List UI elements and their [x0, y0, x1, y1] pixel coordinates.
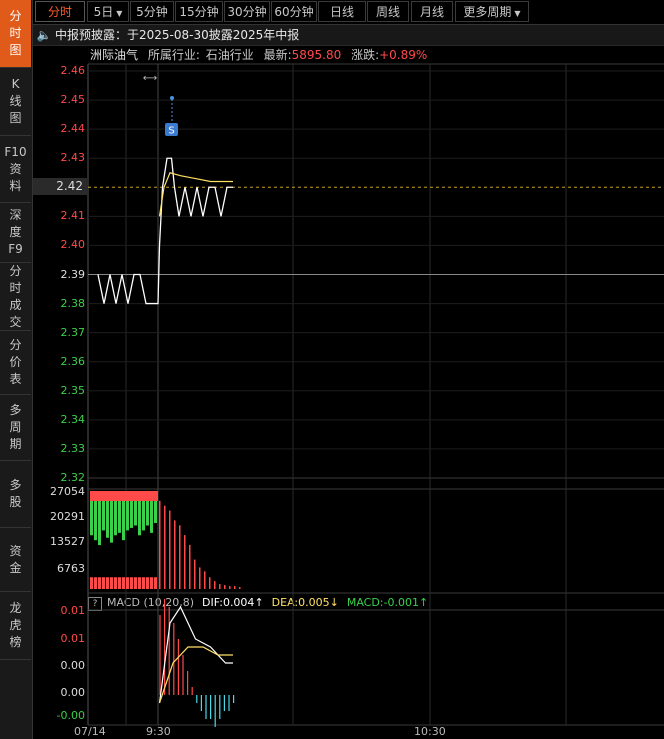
volume-bar — [118, 577, 121, 589]
volume-bar — [169, 510, 171, 589]
volume-bar — [90, 491, 158, 501]
signal-marker-label: S — [168, 126, 174, 137]
volume-bar — [164, 505, 166, 589]
volume-bar — [199, 567, 201, 589]
volume-bar — [122, 577, 125, 589]
volume-bar — [224, 585, 226, 589]
volume-bar — [138, 577, 141, 589]
volume-bar — [94, 577, 97, 589]
volume-bar — [179, 525, 181, 589]
volume-bar — [194, 559, 196, 589]
volume-bar — [130, 577, 133, 589]
intraday-chart[interactable]: S⟷ — [0, 0, 664, 739]
resize-arrow-icon: ⟷ — [143, 73, 157, 84]
volume-bar — [106, 577, 109, 589]
volume-bar — [229, 586, 231, 589]
volume-bar — [234, 586, 236, 589]
volume-bar — [159, 500, 161, 589]
volume-bar — [189, 544, 191, 589]
marker-dot — [170, 96, 174, 100]
volume-bar — [102, 577, 105, 589]
volume-bar — [146, 577, 149, 589]
price-line — [97, 157, 233, 305]
macd-dea-line — [158, 646, 233, 704]
volume-bar — [98, 577, 101, 589]
volume-bar — [134, 577, 137, 589]
volume-bar — [239, 587, 241, 589]
volume-bar — [219, 584, 221, 589]
volume-bar — [204, 571, 206, 589]
volume-bar — [214, 581, 216, 589]
volume-bar — [114, 577, 117, 589]
volume-bar — [184, 535, 186, 589]
volume-bar — [110, 577, 113, 589]
volume-bar — [174, 520, 176, 589]
volume-bar — [150, 577, 153, 589]
volume-bar — [126, 577, 129, 589]
volume-bar — [142, 577, 145, 589]
volume-bar — [154, 577, 157, 589]
volume-bar — [209, 577, 211, 589]
volume-bar — [90, 577, 93, 589]
